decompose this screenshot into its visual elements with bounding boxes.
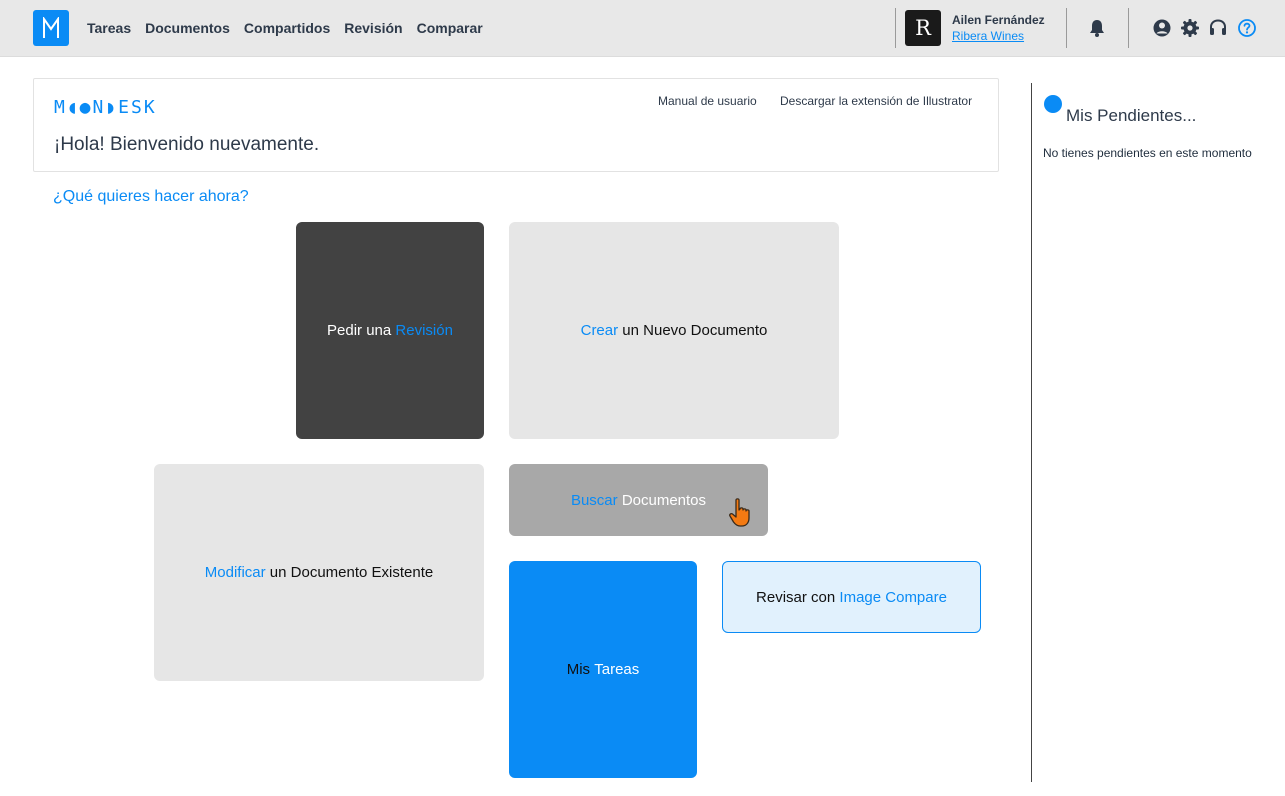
tile-label-accent: Image Compare [839, 588, 947, 606]
tile-label-accent: Crear [580, 322, 619, 339]
moondesk-logo-icon[interactable] [33, 10, 69, 46]
user-manual-link[interactable]: Manual de usuario [658, 94, 757, 108]
tile-label-accent: Revisión [395, 322, 453, 339]
tile-label-pre: Pedir una [327, 322, 392, 339]
panel-divider [1031, 83, 1032, 782]
pending-indicator-dot [1044, 95, 1062, 113]
tile-label-accent: Tareas [594, 661, 640, 678]
hand-pointer-icon [729, 498, 750, 527]
download-illustrator-extension-link[interactable]: Descargar la extensión de Illustrator [780, 94, 972, 108]
nav-item-revision[interactable]: Revisión [344, 20, 402, 36]
request-review-tile[interactable]: Pedir una Revisión [296, 222, 484, 439]
modify-document-tile[interactable]: Modificar un Documento Existente [154, 464, 484, 681]
help-icon[interactable] [1237, 18, 1257, 38]
nav-item-tareas[interactable]: Tareas [87, 20, 131, 36]
welcome-greeting: ¡Hola! Bienvenido nuevamente. [54, 134, 320, 155]
tile-label-post: Documentos [621, 491, 707, 509]
my-tasks-tile[interactable]: Mis Tareas [509, 561, 697, 778]
user-company-link[interactable]: Ribera Wines [952, 29, 1024, 43]
top-navbar: Tareas Documentos Compartidos Revisión C… [0, 0, 1285, 57]
tile-label-post: un Nuevo Documento [622, 322, 768, 339]
tile-label-pre: Revisar con [756, 588, 836, 606]
navbar-divider [1066, 8, 1067, 48]
moondesk-brand-logo: M◖●N◗ESK [54, 97, 157, 118]
tile-label-pre: Mis [566, 661, 591, 678]
user-name: Ailen Fernández [952, 13, 1045, 27]
image-compare-tile[interactable]: Revisar con Image Compare [722, 561, 981, 633]
navbar-divider [895, 8, 896, 48]
nav-item-comparar[interactable]: Comparar [417, 20, 483, 36]
pending-empty-message: No tienes pendientes en este momento [1043, 146, 1252, 160]
headset-icon[interactable] [1208, 18, 1228, 38]
what-to-do-heading: ¿Qué quieres hacer ahora? [53, 188, 249, 205]
gear-icon[interactable] [1180, 18, 1200, 38]
main-nav: Tareas Documentos Compartidos Revisión C… [87, 20, 497, 36]
bell-icon[interactable] [1087, 18, 1107, 38]
navbar-divider [1128, 8, 1129, 48]
tile-label-accent: Modificar [204, 564, 266, 581]
nav-item-documentos[interactable]: Documentos [145, 20, 230, 36]
pending-title: Mis Pendientes... [1066, 106, 1197, 125]
tile-label-accent: Buscar [570, 491, 618, 509]
welcome-card: M◖●N◗ESK ¡Hola! Bienvenido nuevamente. M… [33, 78, 999, 172]
tile-label-post: un Documento Existente [269, 564, 434, 581]
user-circle-icon[interactable] [1152, 18, 1172, 38]
nav-item-compartidos[interactable]: Compartidos [244, 20, 330, 36]
avatar[interactable]: R [905, 10, 941, 46]
create-document-tile[interactable]: Crear un Nuevo Documento [509, 222, 839, 439]
